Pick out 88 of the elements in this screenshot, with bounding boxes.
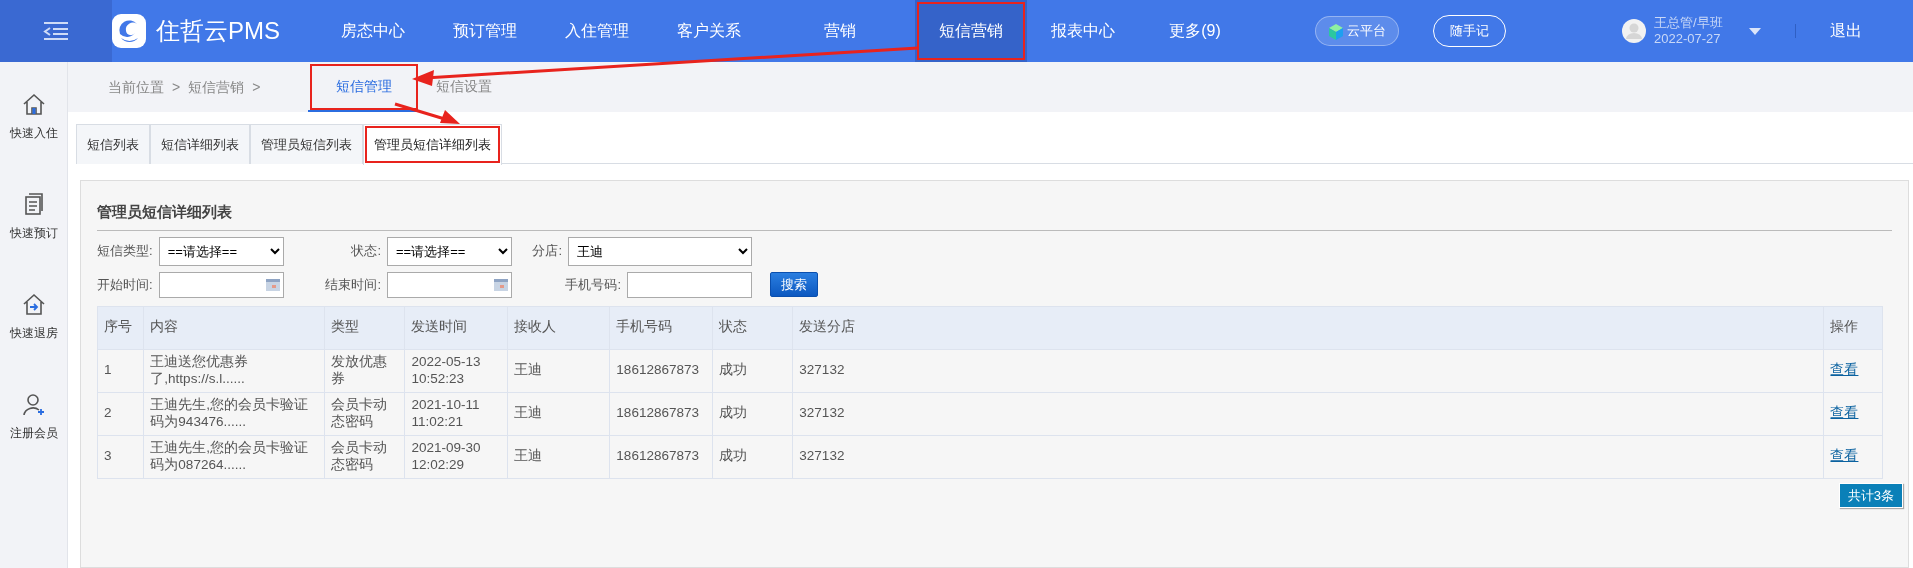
breadcrumb-separator: > xyxy=(252,77,261,97)
calendar-icon xyxy=(494,278,508,291)
tab[interactable]: 短信列表 xyxy=(76,124,150,164)
nav-tab[interactable]: 短信营销 xyxy=(915,0,1027,62)
filter-label: 状态: xyxy=(351,242,381,261)
caret-icon[interactable] xyxy=(1748,27,1761,35)
breadcrumb-item[interactable]: 短信营销 xyxy=(188,76,245,98)
nav-tab[interactable]: 更多(9) xyxy=(1139,0,1251,62)
menu-icon xyxy=(43,21,69,41)
table-cell: 327132 xyxy=(799,448,845,464)
sidebar-item[interactable]: 快速退房 xyxy=(9,292,58,342)
select-field[interactable]: ==请选择== xyxy=(387,236,512,266)
shift-date: 2022-07-27 xyxy=(1654,31,1722,47)
column-header: 发送时间 xyxy=(404,306,508,349)
input-field[interactable] xyxy=(627,271,752,298)
annotation-arrow xyxy=(394,102,460,124)
column-header: 序号 xyxy=(97,306,144,349)
table-cell: 2021-09-30 12:02:29 xyxy=(411,440,481,472)
select-field[interactable]: ==请选择== xyxy=(158,236,284,266)
table-cell: 327132 xyxy=(799,405,845,421)
table-cell: 1 xyxy=(104,362,112,378)
table-cell: 成功 xyxy=(718,405,747,421)
table-cell: 王迪送您优惠券了,https://s.l...... xyxy=(150,354,249,386)
nav-tab[interactable]: 房态中心 xyxy=(317,0,429,62)
table-cell: 发放优惠券 xyxy=(330,354,387,386)
table-cell: 王迪 xyxy=(513,405,542,421)
table-cell: 王迪 xyxy=(513,362,542,378)
filter-label: 短信类型: xyxy=(97,242,153,261)
table-cell: 会员卡动态密码 xyxy=(330,397,387,429)
nav-tab[interactable]: 报表中心 xyxy=(1027,0,1139,62)
column-header: 发送分店 xyxy=(792,306,1824,349)
nav-tab[interactable]: 客户关系 xyxy=(653,0,765,62)
tab[interactable]: 短信详细列表 xyxy=(150,124,250,164)
tab[interactable]: 管理员短信列表 xyxy=(250,124,363,164)
filter-label: 分店: xyxy=(532,242,562,261)
date-field[interactable] xyxy=(387,271,512,298)
cube-icon xyxy=(1328,22,1344,40)
view-link[interactable]: 查看 xyxy=(1830,448,1859,464)
column-header: 内容 xyxy=(143,306,325,349)
table-cell: 会员卡动态密码 xyxy=(330,440,387,472)
table-cell: 2022-05-13 10:52:23 xyxy=(411,354,481,386)
sidebar-item[interactable]: 快速入住 xyxy=(9,92,58,142)
calendar-icon xyxy=(265,278,280,291)
nav-tab[interactable]: 营销 xyxy=(765,0,915,62)
total-count: 共计3条 xyxy=(1838,482,1903,508)
cloud-platform-button[interactable]: 云平台 xyxy=(1315,16,1399,46)
table-cell: 2021-10-11 11:02:21 xyxy=(411,397,480,429)
table-cell: 成功 xyxy=(718,362,747,378)
table-cell: 王迪先生,您的会员卡验证码为087264...... xyxy=(150,440,309,472)
table-cell: 327132 xyxy=(799,362,845,378)
logo-icon xyxy=(112,14,146,48)
user-plus-icon xyxy=(20,392,47,418)
table-cell: 18612867873 xyxy=(616,448,699,464)
breadcrumb-item[interactable]: 当前位置 xyxy=(108,76,164,98)
sidebar-item[interactable]: 注册会员 xyxy=(9,392,58,442)
filter-label: 结束时间: xyxy=(325,275,381,294)
table-cell: 2 xyxy=(104,405,112,421)
column-header: 手机号码 xyxy=(609,306,713,349)
view-link[interactable]: 查看 xyxy=(1830,362,1859,378)
table-cell: 18612867873 xyxy=(616,362,699,378)
column-header: 类型 xyxy=(324,306,405,349)
table-cell: 3 xyxy=(104,448,112,464)
sub-tab[interactable]: 短信设置 xyxy=(420,62,509,112)
table-cell: 王迪 xyxy=(513,448,542,464)
column-header: 操作 xyxy=(1823,306,1883,349)
sub-tab[interactable]: 短信管理 xyxy=(308,62,421,112)
column-header: 状态 xyxy=(712,306,793,349)
table-cell: 18612867873 xyxy=(616,405,699,421)
select-field[interactable]: 王迪 xyxy=(568,236,752,266)
avatar-icon[interactable] xyxy=(1622,19,1646,43)
view-link[interactable]: 查看 xyxy=(1830,405,1859,421)
filter-label: 手机号码: xyxy=(565,275,621,294)
logout-link[interactable]: 退出 xyxy=(1829,19,1862,43)
nav-tab[interactable]: 入住管理 xyxy=(541,0,653,62)
logo-text: 住哲云PMS xyxy=(156,16,280,46)
date-field[interactable] xyxy=(158,271,284,298)
table-cell: 成功 xyxy=(718,448,747,464)
column-header: 接收人 xyxy=(507,306,610,349)
menu-toggle-button[interactable] xyxy=(0,0,112,62)
search-button[interactable]: 搜索 xyxy=(770,271,818,297)
panel-title: 管理员短信详细列表 xyxy=(97,193,1892,231)
sidebar-item[interactable]: 快速预订 xyxy=(9,192,58,242)
user-name: 王总管/早班 xyxy=(1654,15,1723,31)
filter-label: 开始时间: xyxy=(97,275,153,294)
table-cell: 王迪先生,您的会员卡验证码为943476...... xyxy=(150,397,309,429)
nav-tab[interactable]: 预订管理 xyxy=(429,0,541,62)
tab[interactable]: 管理员短信详细列表 xyxy=(363,124,502,165)
breadcrumb-separator: > xyxy=(172,77,181,97)
